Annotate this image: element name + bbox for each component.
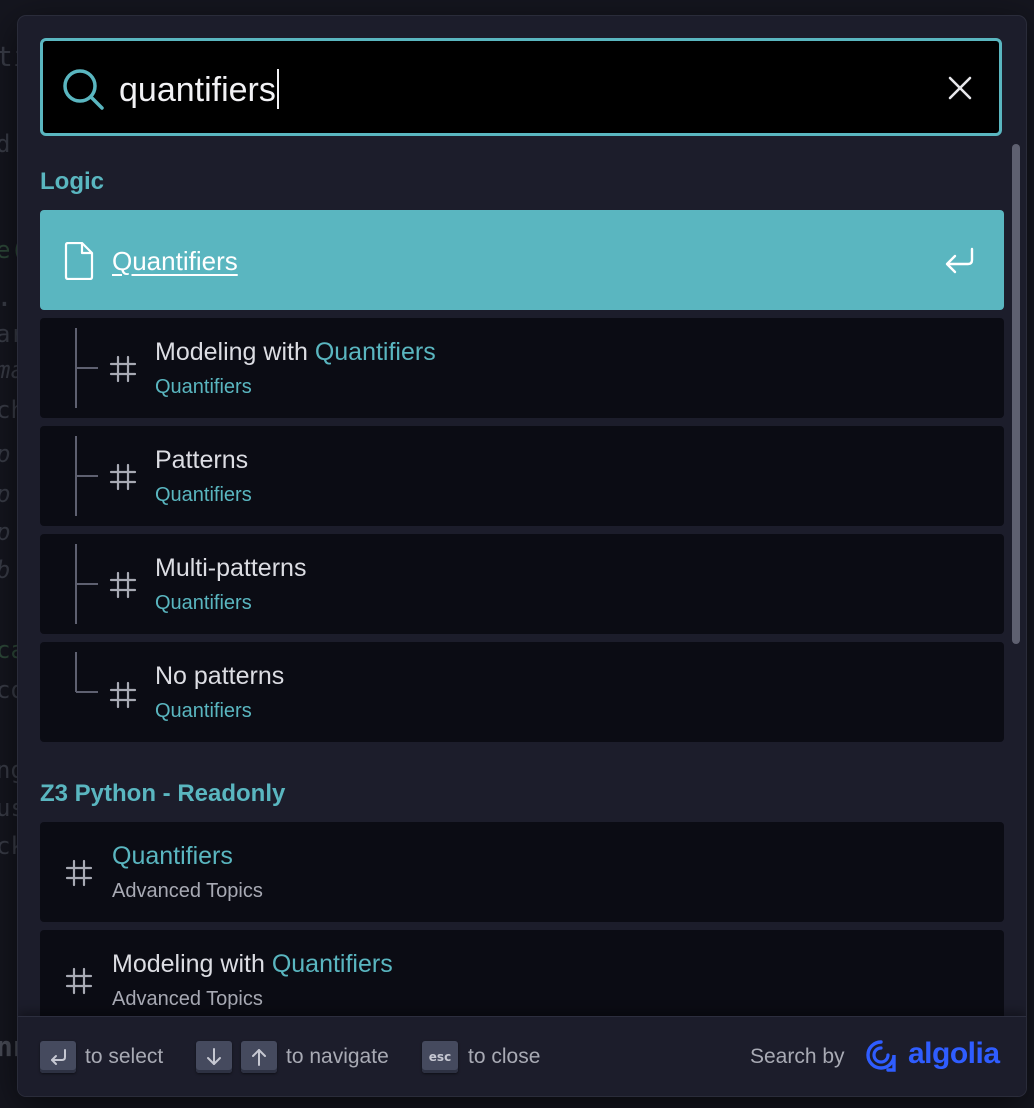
search-hit[interactable]: No patterns Quantifiers bbox=[40, 642, 1004, 742]
section-title-logic: Logic bbox=[40, 168, 104, 195]
algolia-brand[interactable]: algolia bbox=[908, 1037, 1000, 1071]
search-hit[interactable]: Multi-patterns Quantifiers bbox=[40, 534, 1004, 634]
search-hit-title: Multi-patterns bbox=[155, 554, 307, 582]
tree-connector-icon bbox=[75, 436, 98, 516]
section-title-z3-python: Z3 Python - Readonly bbox=[40, 780, 286, 807]
document-icon bbox=[64, 242, 94, 280]
select-hint: to select bbox=[85, 1045, 164, 1068]
search-hit[interactable]: Quantifiers Advanced Topics bbox=[40, 822, 1004, 922]
search-hit-selected[interactable]: Quantifiers bbox=[40, 210, 1004, 310]
hash-icon bbox=[109, 571, 137, 599]
background-text: p bbox=[0, 480, 10, 508]
search-hit[interactable]: Patterns Quantifiers bbox=[40, 426, 1004, 526]
arrow-up-key-icon bbox=[241, 1041, 277, 1073]
search-hit-title: Patterns bbox=[155, 446, 249, 474]
search-hit-title: Modeling with Quantifiers bbox=[112, 950, 393, 978]
hash-icon bbox=[65, 859, 93, 887]
search-by-label: Search by bbox=[750, 1045, 845, 1068]
background-text: p bbox=[0, 518, 10, 546]
escape-key-icon: esc bbox=[422, 1041, 458, 1073]
search-hit-path: Quantifiers bbox=[155, 592, 252, 614]
search-hit-title: Quantifiers bbox=[112, 246, 238, 276]
search-hit-path: Quantifiers bbox=[155, 700, 252, 722]
algolia-logo-icon[interactable] bbox=[866, 1039, 896, 1073]
background-text: b bbox=[0, 556, 10, 584]
close-icon[interactable] bbox=[947, 75, 973, 101]
search-hit[interactable]: Modeling with Quantifiers Quantifiers bbox=[40, 318, 1004, 418]
arrow-down-key-icon bbox=[196, 1041, 232, 1073]
close-hint: to close bbox=[468, 1045, 541, 1068]
hash-icon bbox=[109, 463, 137, 491]
search-hit-title: No patterns bbox=[155, 662, 285, 690]
text-caret bbox=[276, 69, 279, 109]
tree-connector-icon bbox=[75, 328, 98, 408]
search-hit-path: Advanced Topics bbox=[112, 988, 263, 1010]
search-hit-path: Quantifiers bbox=[155, 376, 252, 398]
tree-connector-icon bbox=[75, 652, 98, 693]
search-results: Logic Quantifiers Modeling with Quantifi… bbox=[40, 156, 1004, 1018]
search-hit-title: Quantifiers bbox=[112, 842, 233, 870]
background-text: d bbox=[0, 130, 11, 158]
enter-icon bbox=[945, 247, 974, 274]
search-icon bbox=[63, 69, 104, 110]
background-text: p bbox=[0, 440, 10, 468]
search-footer: to select to navigate esc to close Searc… bbox=[18, 1016, 1026, 1096]
search-hit-title: Modeling with Quantifiers bbox=[155, 338, 436, 366]
enter-key-icon bbox=[40, 1041, 76, 1073]
search-input[interactable]: quantifiers bbox=[119, 69, 279, 110]
hash-icon bbox=[109, 355, 137, 383]
search-hit[interactable]: Modeling with Quantifiers Advanced Topic… bbox=[40, 930, 1004, 1018]
hash-icon bbox=[65, 967, 93, 995]
navigate-hint: to navigate bbox=[286, 1045, 389, 1068]
search-hit-path: Quantifiers bbox=[155, 484, 252, 506]
search-form[interactable]: quantifiers bbox=[40, 38, 1002, 136]
search-modal: quantifiers Logic Quantifiers Modeling w… bbox=[18, 16, 1026, 1096]
hash-icon bbox=[109, 681, 137, 709]
results-scrollbar[interactable] bbox=[1012, 144, 1020, 644]
search-hit-path: Advanced Topics bbox=[112, 880, 263, 902]
tree-connector-icon bbox=[75, 544, 98, 624]
